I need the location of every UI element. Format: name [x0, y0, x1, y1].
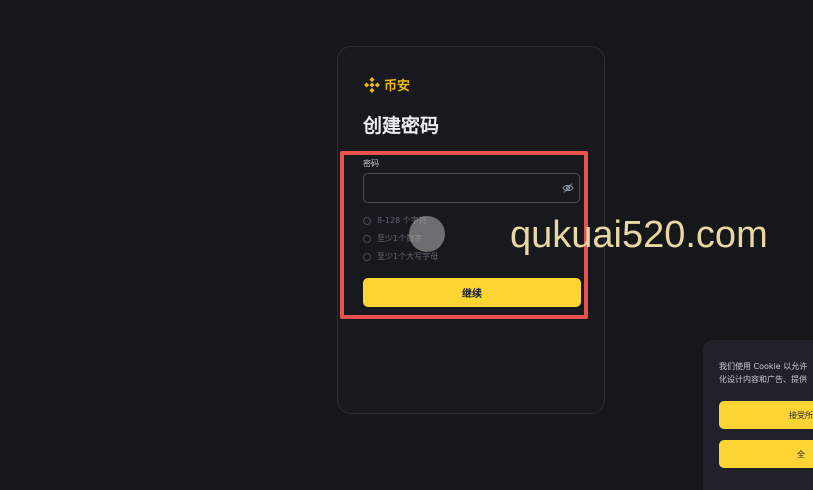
brand-logo: 币安 [364, 75, 410, 94]
cookie-text: 我们使用 Cookie 以允许 化设计内容和广告、提供 [719, 360, 807, 386]
cookie-secondary-button[interactable]: 全 [719, 440, 813, 468]
cookie-banner: 我们使用 Cookie 以允许 化设计内容和广告、提供 接受所 全 [703, 340, 813, 490]
accept-cookies-button[interactable]: 接受所 [719, 401, 813, 429]
page-title: 创建密码 [363, 115, 440, 137]
cookie-text-line: 化设计内容和广告、提供 [719, 375, 807, 384]
brand-name: 币安 [384, 79, 411, 94]
cookie-text-line: 我们使用 Cookie 以允许 [719, 362, 808, 371]
cursor-indicator [409, 216, 445, 252]
watermark: qukuai520.com [510, 214, 768, 256]
binance-logo-icon [364, 76, 380, 93]
